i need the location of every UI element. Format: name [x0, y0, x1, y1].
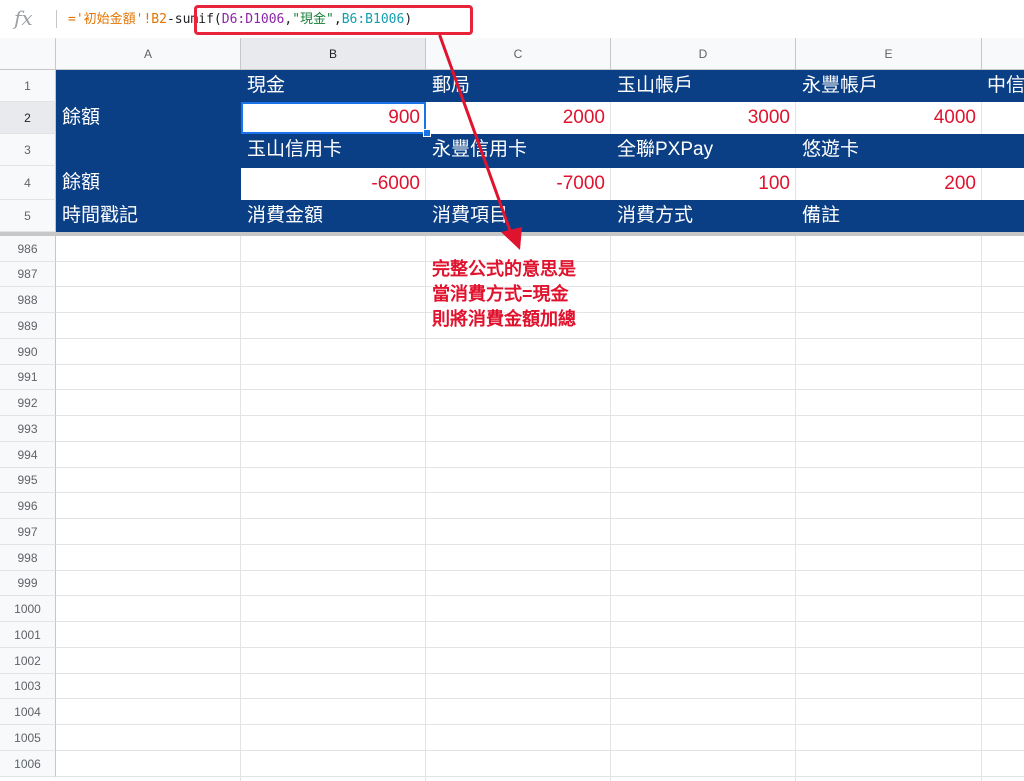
row-header[interactable]: 991: [0, 365, 56, 390]
row-header[interactable]: 988: [0, 287, 56, 313]
row-header[interactable]: 1000: [0, 596, 56, 622]
row-header-4[interactable]: 4: [0, 166, 56, 200]
table-row[interactable]: [56, 648, 1024, 674]
row-header[interactable]: 1004: [0, 699, 56, 725]
cell-c5[interactable]: 消費項目: [426, 200, 611, 232]
row-header[interactable]: 998: [0, 545, 56, 571]
annotation-line: 完整公式的意思是: [432, 259, 576, 279]
function-icon: fx: [14, 6, 33, 30]
table-row[interactable]: [56, 493, 1024, 519]
table-row[interactable]: [56, 545, 1024, 571]
row-header[interactable]: 1006: [0, 751, 56, 777]
cell-b4[interactable]: -6000: [241, 168, 426, 200]
row-header[interactable]: 996: [0, 493, 56, 519]
cell-e3[interactable]: 悠遊卡: [796, 134, 982, 166]
formula-bar: fx ='初始金額'!B2-sumif(D6:D1006,"現金",B6:B10…: [0, 0, 1024, 39]
cell-a2[interactable]: 餘額: [56, 102, 241, 134]
annotation-line: 則將消費金額加總: [432, 309, 576, 329]
cell-f2[interactable]: [982, 102, 1024, 134]
row-header[interactable]: 999: [0, 571, 56, 596]
cell-c3[interactable]: 永豐信用卡: [426, 134, 611, 166]
cell-e5[interactable]: 備註: [796, 200, 982, 232]
cell-b3[interactable]: 玉山信用卡: [241, 134, 426, 166]
cell-d1[interactable]: 玉山帳戶: [611, 70, 796, 102]
cell-d5[interactable]: 消費方式: [611, 200, 796, 232]
row-header-3[interactable]: 3: [0, 134, 56, 166]
row-header[interactable]: 990: [0, 339, 56, 365]
row-header-1[interactable]: 1: [0, 70, 56, 102]
table-row[interactable]: [56, 571, 1024, 596]
cell-d4[interactable]: 100: [611, 168, 796, 200]
cell-a5[interactable]: 時間戳記: [56, 200, 241, 232]
row-header[interactable]: 995: [0, 468, 56, 493]
row-header[interactable]: 986: [0, 236, 56, 262]
select-all-corner[interactable]: [0, 38, 56, 70]
column-header-a[interactable]: A: [56, 38, 241, 70]
cell-e2[interactable]: 4000: [796, 102, 982, 134]
table-row[interactable]: [56, 699, 1024, 725]
table-row[interactable]: [56, 751, 1024, 777]
cell-e4[interactable]: 200: [796, 168, 982, 200]
cell-a4[interactable]: 餘額: [56, 166, 241, 200]
table-row[interactable]: [56, 442, 1024, 468]
formula-divider: [56, 10, 57, 28]
table-row[interactable]: [56, 390, 1024, 416]
row-header[interactable]: 1005: [0, 725, 56, 751]
column-header-e[interactable]: E: [796, 38, 982, 70]
row-header[interactable]: 994: [0, 442, 56, 468]
table-row[interactable]: [56, 365, 1024, 390]
table-row[interactable]: [56, 339, 1024, 365]
table-row[interactable]: [56, 519, 1024, 545]
cell-f1[interactable]: 中信: [982, 70, 1024, 102]
formula-token: -: [166, 12, 175, 27]
formula-token: ='初始金額'!B2: [68, 12, 167, 27]
cell-f4[interactable]: [982, 168, 1024, 200]
cell-c4[interactable]: -7000: [426, 168, 611, 200]
table-row[interactable]: [56, 674, 1024, 699]
cell-b5[interactable]: 消費金額: [241, 200, 426, 232]
column-header-c[interactable]: C: [426, 38, 611, 70]
row-header[interactable]: 1003: [0, 674, 56, 699]
cell-c2[interactable]: 2000: [426, 102, 611, 134]
annotation-note: 完整公式的意思是 當消費方式=現金 則將消費金額加總: [432, 257, 612, 332]
table-row[interactable]: [56, 622, 1024, 648]
row-header[interactable]: 987: [0, 262, 56, 287]
row-header-2[interactable]: 2: [0, 102, 56, 134]
cell-b1[interactable]: 現金: [241, 70, 426, 102]
row-header-5[interactable]: 5: [0, 200, 56, 232]
table-row[interactable]: [56, 468, 1024, 493]
formula-highlight-box: [194, 5, 473, 35]
row-header[interactable]: 997: [0, 519, 56, 545]
row-header[interactable]: 989: [0, 313, 56, 339]
cell-d2[interactable]: 3000: [611, 102, 796, 134]
cell-e1[interactable]: 永豐帳戶: [796, 70, 982, 102]
table-row[interactable]: [56, 725, 1024, 751]
row-header[interactable]: 1001: [0, 622, 56, 648]
cell-d3[interactable]: 全聯PXPay: [611, 134, 796, 166]
row-header[interactable]: 992: [0, 390, 56, 416]
row-header[interactable]: 993: [0, 416, 56, 442]
annotation-line: 當消費方式=現金: [432, 284, 569, 304]
row-header[interactable]: 1002: [0, 648, 56, 674]
cell-b2[interactable]: 900: [241, 102, 426, 134]
table-row[interactable]: [56, 596, 1024, 622]
column-header-b[interactable]: B: [241, 38, 426, 70]
cell-c1[interactable]: 郵局: [426, 70, 611, 102]
column-header-f[interactable]: [982, 38, 1024, 70]
table-row[interactable]: [56, 416, 1024, 442]
column-header-d[interactable]: D: [611, 38, 796, 70]
